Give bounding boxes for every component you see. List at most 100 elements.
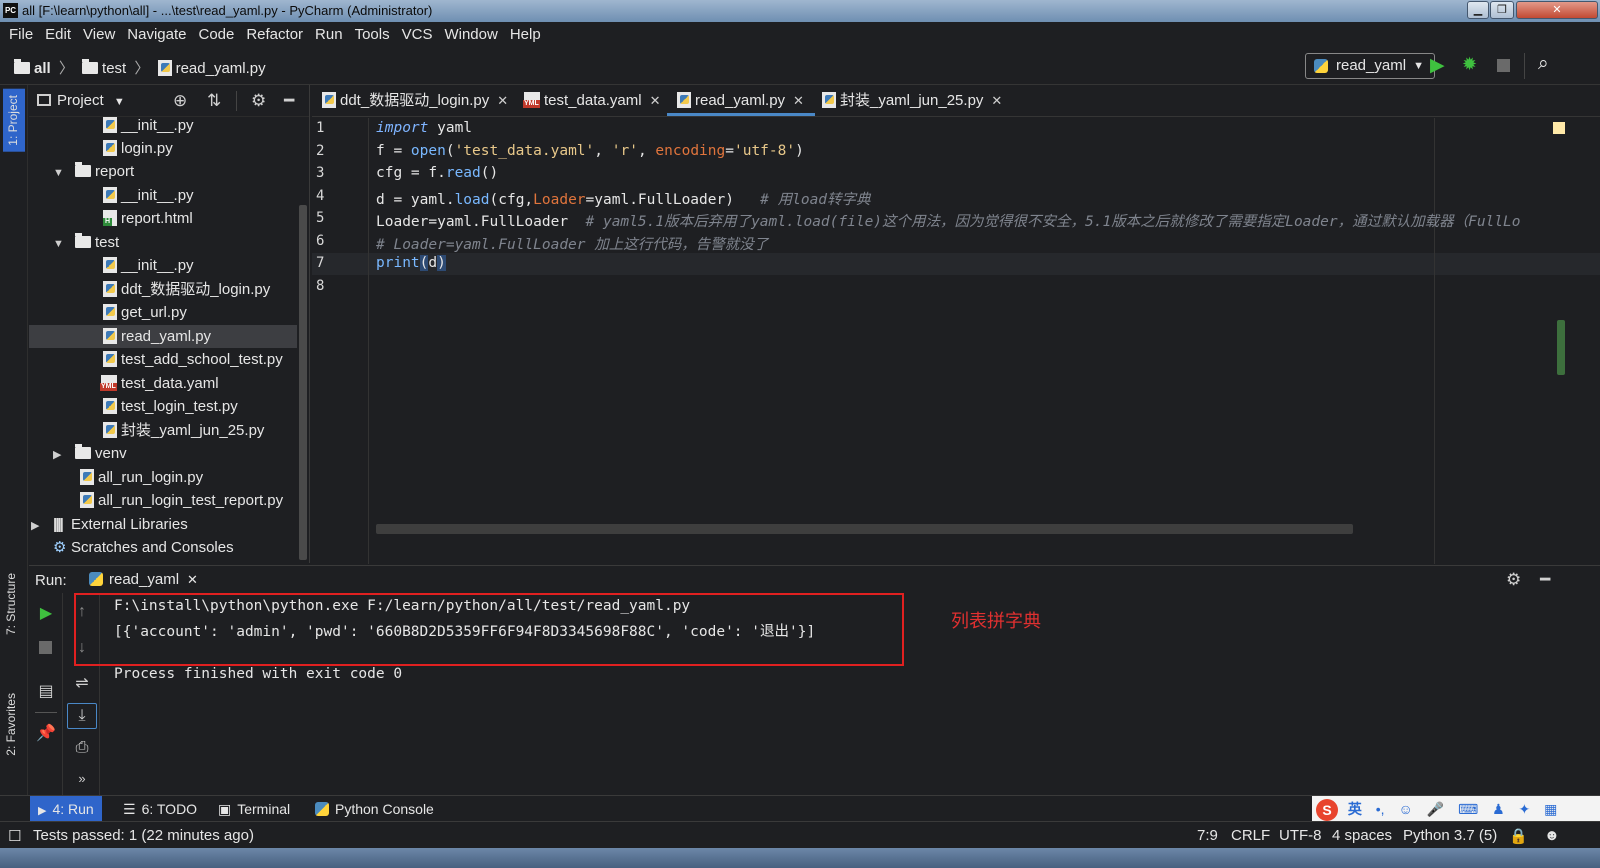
menu-code[interactable]: Code [192,26,240,43]
soft-wrap-icon[interactable]: ⇌ [67,673,97,693]
breadcrumb-root[interactable]: all [14,59,51,77]
close-icon[interactable]: ✕ [650,93,661,108]
pin-icon[interactable]: 📌 [31,723,61,743]
breadcrumb-folder[interactable]: test [82,59,126,77]
menu-help[interactable]: Help [504,26,547,43]
locate-icon[interactable]: ⊕ [173,91,187,111]
close-icon[interactable]: ✕ [991,93,1002,108]
menu-navigate[interactable]: Navigate [121,26,192,43]
file-encoding[interactable]: UTF-8 [1279,827,1322,844]
collapse-all-icon[interactable]: ⇅ [207,91,221,111]
skin-icon[interactable]: ✦ [1519,801,1531,817]
tree-item-selected[interactable]: read_yaml.py [29,325,297,348]
inspector-icon[interactable]: ☻ [1544,827,1560,844]
tool-tab-python-console[interactable]: Python Console [307,796,442,822]
tree-item[interactable]: all_run_login_test_report.py [29,489,297,512]
tree-item[interactable]: login.py [29,137,297,160]
code-editor[interactable]: 1 2 3 4 5 6 7 8 import yaml f = open('te… [312,118,1600,564]
event-log-icon[interactable]: ☐ [8,827,21,845]
menu-vcs[interactable]: VCS [396,26,439,43]
close-icon[interactable]: ✕ [187,572,198,587]
menu-window[interactable]: Window [438,26,503,43]
gear-icon[interactable]: ⚙ [251,91,266,111]
project-scrollbar[interactable] [299,205,307,560]
maximize-button[interactable]: ❐ [1490,1,1514,19]
menu-tools[interactable]: Tools [349,26,396,43]
menu-run[interactable]: Run [309,26,349,43]
tab-fengzhuang-yaml[interactable]: 封装_yaml_jun_25.py ✕ [812,85,1002,116]
tree-item[interactable]: test_data.yaml [29,372,297,395]
tool-tab-terminal[interactable]: ▣ Terminal [210,796,298,822]
emoji-icon[interactable]: ☺ [1398,801,1412,817]
tests-status[interactable]: Tests passed: 1 (22 minutes ago) [33,827,254,844]
layout-icon[interactable]: ▤ [31,681,61,701]
gear-icon[interactable]: ⚙ [1506,570,1521,590]
editor-vertical-scrollbar[interactable] [1557,320,1565,375]
tree-item[interactable]: test_add_school_test.py [29,348,297,371]
menu-edit[interactable]: Edit [39,26,77,43]
expanded-arrow-icon[interactable]: ▼ [53,233,67,256]
ime-toolbar[interactable]: S 英 •, ☺ 🎤 ⌨ ♟ ✦ ▦ [1312,796,1600,822]
menu-view[interactable]: View [77,26,121,43]
tree-folder[interactable]: ▼ report [29,160,297,183]
indent-setting[interactable]: 4 spaces [1332,827,1392,844]
line-separator[interactable]: CRLF [1231,827,1270,844]
hide-panel-icon[interactable]: ━ [1540,570,1550,590]
debug-icon[interactable]: ✹ [1462,54,1477,75]
inspection-status-icon[interactable] [1553,122,1565,134]
tree-item[interactable]: all_run_login.py [29,466,297,489]
print-icon[interactable]: ⎙ [67,739,97,757]
ime-language[interactable]: 英 [1348,801,1362,817]
tree-external-libraries[interactable]: ▶ |||| External Libraries [29,513,297,536]
keyboard-icon[interactable]: ⌨ [1458,801,1478,817]
scroll-to-end-icon[interactable]: ⤓ [67,703,97,729]
collapsed-arrow-icon[interactable]: ▶ [53,444,67,467]
close-icon[interactable]: ✕ [497,93,508,108]
breadcrumb-file[interactable]: read_yaml.py [157,60,266,77]
mic-icon[interactable]: 🎤 [1427,801,1444,817]
toolbox-icon[interactable]: ▦ [1544,801,1557,817]
python-interpreter[interactable]: Python 3.7 (5) [1403,827,1497,844]
rerun-icon[interactable]: ▶ [31,603,61,623]
menu-refactor[interactable]: Refactor [240,26,309,43]
tree-item[interactable]: report.html [29,207,297,230]
editor-horizontal-scrollbar[interactable] [376,524,1353,534]
user-icon[interactable]: ♟ [1492,801,1505,817]
collapsed-arrow-icon[interactable]: ▶ [31,515,45,538]
more-icon[interactable]: » [67,771,97,786]
run-tab-read-yaml[interactable]: read_yaml ✕ [89,566,198,594]
lock-icon[interactable]: 🔒 [1509,827,1528,845]
tool-tab-project[interactable]: 1: Project [3,89,25,152]
tab-read-yaml[interactable]: read_yaml.py ✕ [667,85,815,116]
tree-item[interactable]: __init__.py [29,184,297,207]
stop-icon[interactable] [39,641,52,654]
stop-icon[interactable] [1497,59,1510,72]
project-view-select[interactable]: Project ▼ [37,92,125,109]
tab-ddt-login[interactable]: ddt_数据驱动_login.py ✕ [312,85,508,116]
tool-tab-structure[interactable]: 7: Structure [4,573,18,635]
close-icon[interactable]: ✕ [793,93,804,108]
tree-folder[interactable]: ▼ test [29,231,297,254]
menu-file[interactable]: File [3,26,39,43]
expanded-arrow-icon[interactable]: ▼ [53,162,67,185]
tree-folder[interactable]: ▶ venv [29,442,297,465]
run-icon[interactable]: ▶ [1430,54,1445,77]
tree-item[interactable]: __init__.py [29,254,297,277]
caret-position[interactable]: 7:9 [1197,827,1218,844]
tab-test-data-yaml[interactable]: test_data.yaml✕ [514,85,660,116]
minimize-button[interactable]: ▁ [1467,1,1489,19]
tree-item[interactable]: get_url.py [29,301,297,324]
run-configuration-select[interactable]: read_yaml ▼ [1305,53,1435,79]
tree-item[interactable]: ddt_数据驱动_login.py [29,278,297,301]
hide-panel-icon[interactable]: ━ [284,91,294,111]
tool-tab-run[interactable]: ▶ 4: Run [30,796,102,822]
tree-item[interactable]: test_login_test.py [29,395,297,418]
search-icon[interactable]: ⌕ [1538,53,1549,75]
punctuation-icon[interactable]: •, [1376,801,1385,817]
tool-tab-todo[interactable]: ☰ 6: TODO [115,796,205,822]
tool-tab-favorites[interactable]: 2: Favorites [4,693,18,756]
tree-item[interactable]: __init__.py [29,114,297,137]
tree-scratches[interactable]: ⚙ Scratches and Consoles [29,536,297,559]
close-window-button[interactable]: ✕ [1516,1,1598,19]
tree-item[interactable]: 封装_yaml_jun_25.py [29,419,297,442]
